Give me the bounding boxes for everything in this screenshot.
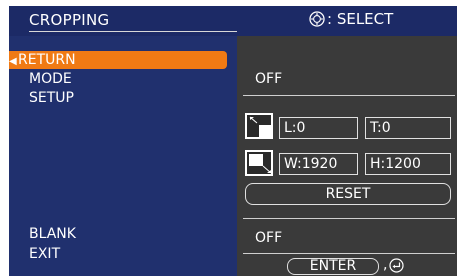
menu-item-setup[interactable]: SETUP bbox=[19, 89, 237, 107]
menu-item-exit[interactable]: EXIT bbox=[19, 245, 237, 263]
dpad-icon bbox=[309, 11, 325, 27]
left-arrow-icon: ◀ bbox=[9, 56, 17, 67]
menu-title: CROPPING bbox=[29, 11, 110, 29]
width-field[interactable]: W:1920 bbox=[279, 153, 358, 175]
menu-item-label: EXIT bbox=[29, 246, 61, 262]
menu-item-return[interactable]: ◀RETURN bbox=[9, 51, 227, 69]
select-label: : SELECT bbox=[327, 10, 394, 28]
enter-suffix: , bbox=[383, 257, 405, 273]
divider bbox=[243, 218, 455, 219]
crop-bottomright-icon[interactable] bbox=[245, 150, 273, 176]
select-hint: : SELECT bbox=[309, 10, 393, 28]
blank-value[interactable]: OFF bbox=[255, 230, 282, 246]
crop-topleft-icon[interactable] bbox=[245, 113, 273, 139]
divider bbox=[243, 253, 455, 254]
osd-menu: CROPPING : SELECT ◀RETURN MODE SETUP BLA… bbox=[9, 6, 457, 276]
settings-panel: OFF L:0 T:0 W:1920 H:1200 RESET OFF ENTE… bbox=[241, 36, 457, 276]
top-offset-field[interactable]: T:0 bbox=[365, 117, 451, 139]
return-key-icon bbox=[389, 257, 405, 273]
enter-separator: , bbox=[383, 257, 388, 273]
menu-item-label: BLANK bbox=[29, 226, 76, 242]
left-offset-field[interactable]: L:0 bbox=[279, 117, 358, 139]
title-bar: CROPPING : SELECT bbox=[9, 6, 457, 36]
reset-button[interactable]: RESET bbox=[245, 183, 451, 205]
height-field[interactable]: H:1200 bbox=[365, 153, 451, 175]
menu-item-label: RETURN bbox=[18, 52, 76, 68]
enter-hint: ENTER , bbox=[241, 257, 457, 276]
divider bbox=[243, 95, 455, 96]
mode-value[interactable]: OFF bbox=[255, 71, 282, 87]
menu-item-blank[interactable]: BLANK bbox=[19, 225, 237, 243]
menu-item-label: MODE bbox=[29, 71, 72, 87]
title-underline bbox=[29, 31, 237, 32]
menu-panel: ◀RETURN MODE SETUP BLANK EXIT bbox=[9, 36, 237, 276]
enter-button[interactable]: ENTER bbox=[287, 258, 379, 275]
menu-item-mode[interactable]: MODE bbox=[19, 70, 237, 88]
menu-item-label: SETUP bbox=[29, 90, 74, 106]
